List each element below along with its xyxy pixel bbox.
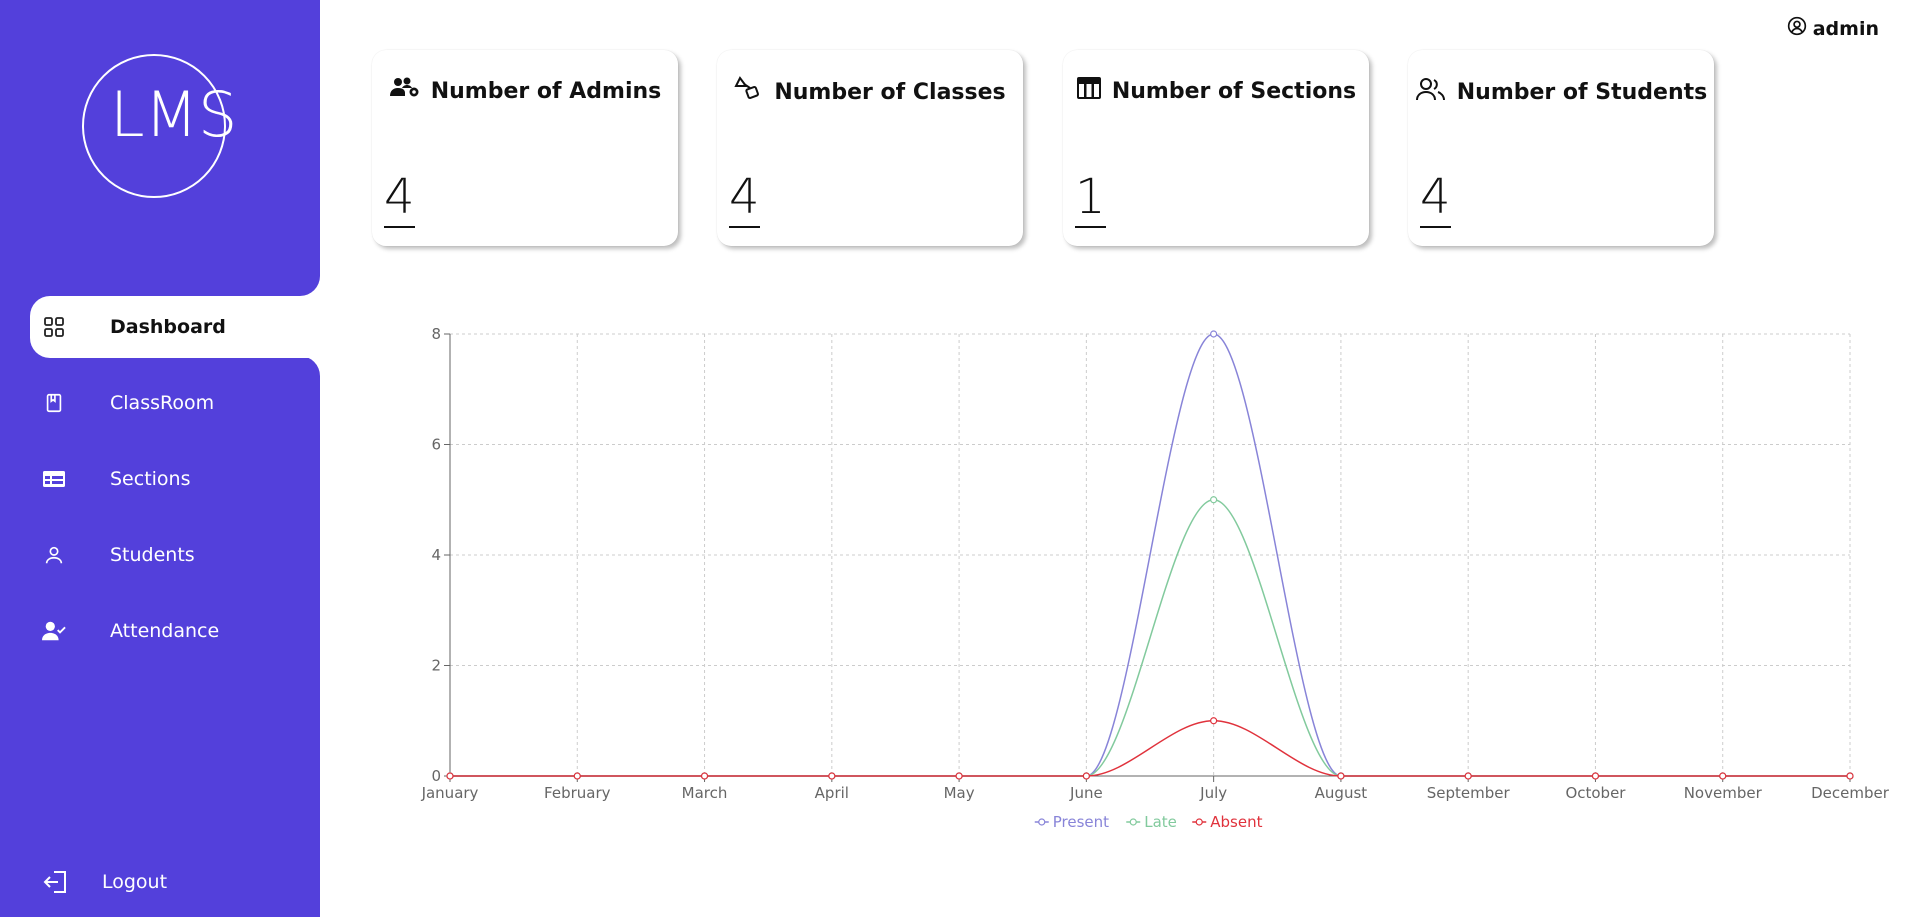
sidebar-item-dashboard[interactable]: Dashboard [30, 296, 320, 358]
data-point-present [1210, 330, 1218, 338]
shapes-icon [734, 76, 764, 108]
data-point-absent [1846, 772, 1854, 780]
card-title: Number of Classes [774, 79, 1006, 105]
legend-marker-dot [1038, 818, 1046, 826]
data-point-absent [1210, 717, 1218, 725]
x-tick-label: August [1315, 784, 1368, 802]
x-tick-label: September [1427, 784, 1511, 802]
data-point-late [1210, 496, 1218, 504]
sidebar-item-sections[interactable]: Sections [30, 448, 320, 510]
legend-marker-dot [1195, 818, 1203, 826]
sidebar-item-label: Attendance [110, 620, 220, 642]
x-tick-label: November [1684, 784, 1763, 802]
user-icon [42, 543, 66, 567]
data-point-absent [955, 772, 963, 780]
data-point-absent [1082, 772, 1090, 780]
y-tick-label: 2 [431, 657, 441, 675]
x-tick-label: January [421, 784, 479, 802]
card-header: Number of Admins [372, 76, 678, 106]
x-tick-label: February [544, 784, 611, 802]
data-point-absent [446, 772, 454, 780]
user-menu[interactable]: admin [1787, 16, 1879, 41]
card-value: 4 [729, 168, 760, 228]
y-tick-label: 0 [431, 767, 441, 785]
data-point-absent [1337, 772, 1345, 780]
grid-icon [42, 315, 66, 339]
sidebar-item-classroom[interactable]: ClassRoom [30, 372, 320, 434]
y-tick-label: 6 [431, 436, 441, 454]
data-point-absent [1719, 772, 1727, 780]
sidebar-item-label: Dashboard [110, 316, 226, 338]
logo-text: LMS [110, 78, 238, 151]
legend-label-present: Present [1053, 813, 1109, 831]
legend-label-absent: Absent [1210, 813, 1262, 831]
legend-label-late: Late [1144, 813, 1177, 831]
table-columns-icon [1076, 76, 1102, 106]
stat-card-admins: Number of Admins 4 [372, 50, 678, 246]
card-title: Number of Admins [430, 78, 662, 104]
user-name: admin [1812, 17, 1879, 40]
sidebar-item-label: ClassRoom [110, 392, 215, 414]
attendance-line-chart: 0 2 4 6 8 January February March April May June Jul… [421, 325, 1890, 831]
sidebar-item-label: Sections [110, 468, 191, 490]
data-point-absent [573, 772, 581, 780]
x-tick-label: July [1199, 784, 1227, 802]
user-circle-icon [1787, 16, 1807, 41]
data-point-absent [828, 772, 836, 780]
card-header: Number of Classes [717, 76, 1023, 108]
users-icon [1415, 76, 1447, 108]
stat-card-students: Number of Students 4 [1408, 50, 1714, 246]
table-icon [42, 467, 66, 491]
users-gear-icon [389, 76, 421, 106]
card-value: 1 [1075, 168, 1106, 228]
stat-card-sections: Number of Sections 1 [1063, 50, 1369, 246]
card-value: 4 [1420, 168, 1451, 228]
x-tick-label: June [1069, 784, 1103, 802]
sidebar-item-students[interactable]: Students [30, 524, 320, 586]
stat-card-classes: Number of Classes 4 [717, 50, 1023, 246]
logout-button[interactable]: Logout [30, 852, 167, 912]
data-point-absent [700, 772, 709, 780]
x-tick-label: October [1565, 784, 1626, 802]
logout-label: Logout [102, 871, 168, 893]
sidebar-item-label: Students [110, 544, 195, 566]
y-tick-label: 4 [431, 546, 441, 564]
logo: LMS [82, 54, 237, 200]
y-tick-label: 8 [431, 325, 441, 343]
book-icon [42, 391, 66, 415]
legend-marker-dot [1129, 818, 1137, 826]
x-tick-label: May [944, 784, 975, 802]
card-header: Number of Students [1408, 76, 1714, 108]
series-line-late [449, 498, 1850, 777]
x-tick-label: April [815, 784, 849, 802]
active-tab-curve-top [300, 276, 320, 296]
card-value: 4 [384, 168, 415, 228]
sidebar-item-attendance[interactable]: Attendance [30, 600, 320, 662]
card-title: Number of Students [1456, 79, 1708, 105]
card-title: Number of Sections [1111, 78, 1357, 104]
x-tick-label: December [1811, 784, 1890, 802]
logout-icon [42, 868, 70, 896]
data-point-absent [1591, 772, 1600, 780]
user-check-icon [42, 619, 66, 643]
data-point-absent [1464, 772, 1472, 780]
card-header: Number of Sections [1063, 76, 1369, 106]
x-tick-label: March [682, 784, 728, 802]
series-line-absent [449, 719, 1850, 777]
